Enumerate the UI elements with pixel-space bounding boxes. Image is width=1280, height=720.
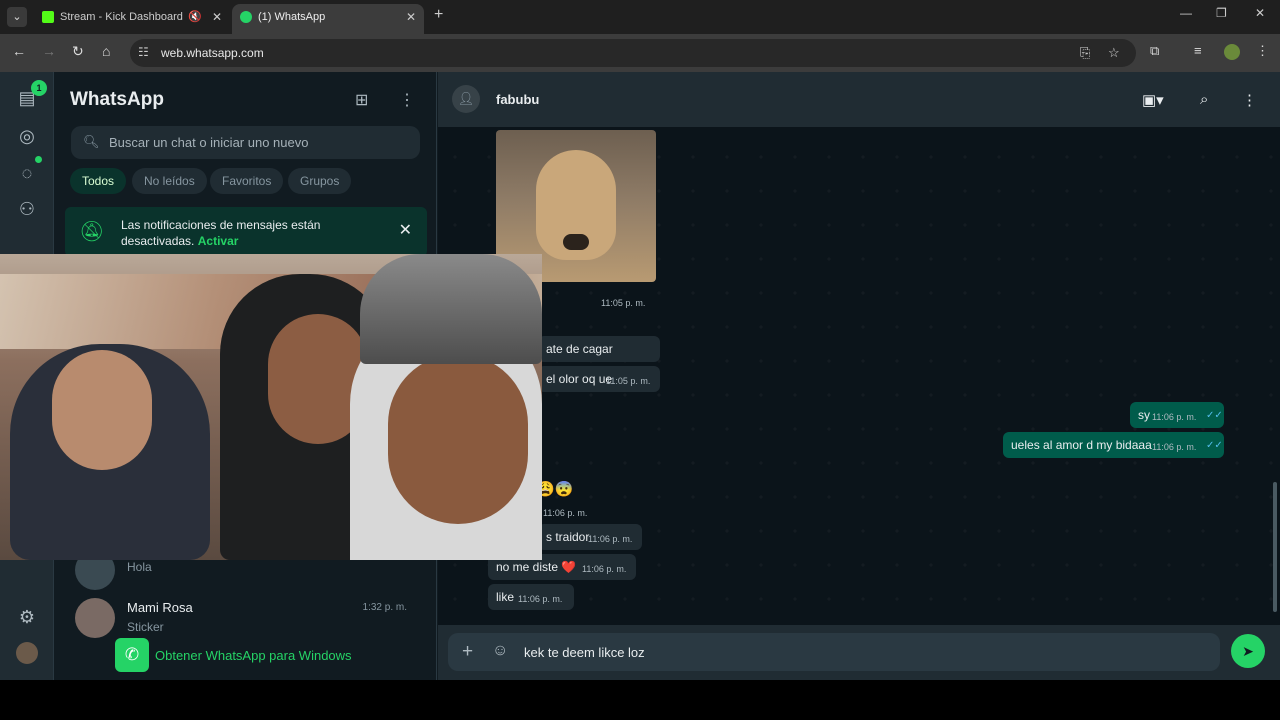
bell-off-icon: 🔕︎ <box>79 221 105 243</box>
cap <box>360 254 542 364</box>
chat-time: 1:32 p. m. <box>362 602 407 613</box>
filter-unread[interactable]: No leídos <box>132 168 207 194</box>
reload-icon[interactable]: ↻ <box>72 43 84 60</box>
chat-header[interactable]: 👤︎ fabubu ▣▾ ⌕ ⋮ <box>438 72 1280 127</box>
video-call-icon[interactable]: ▣▾ <box>1142 91 1164 109</box>
message-bubble[interactable]: ate de cagar <box>538 336 660 362</box>
face-left <box>52 350 152 470</box>
menu-icon[interactable]: ⋮ <box>399 90 415 110</box>
unread-badge: 1 <box>31 80 47 96</box>
notifications-off-banner: 🔕︎ Las notificaciones de mensajes están … <box>65 207 427 257</box>
chat-menu-icon[interactable]: ⋮ <box>1242 91 1257 109</box>
sticker-emoji-icon[interactable]: ☺ <box>492 642 508 660</box>
message-bubble[interactable]: s traidor 11:06 p. m. <box>538 524 642 550</box>
contact-name[interactable]: fabubu <box>496 92 539 107</box>
contact-avatar-icon[interactable]: 👤︎ <box>452 85 480 113</box>
face-right <box>388 354 528 524</box>
chat-avatar <box>75 598 115 638</box>
home-icon[interactable]: ⌂ <box>102 43 110 59</box>
whatsapp-favicon-icon <box>240 11 252 23</box>
close-window-icon[interactable]: ✕ <box>1255 6 1265 20</box>
chat-scrollbar[interactable] <box>1273 482 1277 612</box>
message-bubble[interactable]: sy 11:06 p. m. ✓✓ <box>1130 402 1224 428</box>
dismiss-notice-icon[interactable]: ✕ <box>399 220 412 240</box>
tab-strip: ⌄ Stream - Kick Dashboard 🔇 ✕ (1) WhatsA… <box>0 0 1280 34</box>
communities-icon[interactable]: ⚇ <box>16 199 38 220</box>
app-title: WhatsApp <box>70 89 164 110</box>
message-bubble[interactable]: el olor oq ue 11:05 p. m. <box>538 366 660 392</box>
muted-audio-icon[interactable]: 🔇 <box>188 4 202 30</box>
media-control-icon[interactable]: ≡ <box>1194 43 1202 58</box>
search-messages-icon[interactable]: ⌕ <box>1200 91 1208 108</box>
chat-list-item[interactable]: Mami Rosa Sticker 1:32 p. m. <box>55 590 437 652</box>
tab-search-icon[interactable]: ⌄ <box>7 7 27 27</box>
read-ticks-icon: ✓✓ <box>1206 440 1223 451</box>
maximize-icon[interactable]: ❐ <box>1216 6 1227 20</box>
message-time: 11:05 p. m. <box>601 298 646 308</box>
message-composer: + ☺ kek te deem likce loz ➤ <box>438 625 1280 680</box>
search-placeholder: Buscar un chat o iniciar uno nuevo <box>109 135 309 150</box>
site-info-icon[interactable]: ☷ <box>138 45 149 59</box>
minimize-icon[interactable]: — <box>1180 6 1192 20</box>
search-input[interactable]: 🔍︎ Buscar un chat o iniciar uno nuevo <box>71 126 420 159</box>
browser-menu-icon[interactable]: ⋮ <box>1256 43 1269 59</box>
attach-plus-icon[interactable]: + <box>462 641 473 663</box>
bottom-black-bar <box>0 680 1280 720</box>
status-icon[interactable]: ◎ <box>16 126 38 147</box>
settings-gear-icon[interactable]: ⚙ <box>16 607 38 628</box>
activate-link[interactable]: Activar <box>198 234 239 248</box>
filter-all[interactable]: Todos <box>70 168 127 194</box>
message-bubble[interactable]: like 11:06 p. m. <box>488 584 574 610</box>
chat-preview: Sticker <box>127 620 164 634</box>
search-icon: 🔍︎ <box>83 134 100 149</box>
whatsapp-logo-icon: ✆ <box>115 638 149 672</box>
bookmark-star-icon[interactable]: ☆ <box>1108 45 1120 61</box>
dog-nose <box>563 234 589 250</box>
user-avatar[interactable] <box>16 642 38 664</box>
address-bar[interactable]: ☷ web.whatsapp.com ⎘ ☆ <box>130 39 1136 67</box>
message-time: 11:06 p. m. <box>543 508 588 518</box>
close-tab-icon[interactable]: ✕ <box>406 4 416 30</box>
chat-preview: Hola <box>127 560 152 574</box>
forward-icon[interactable]: → <box>42 43 56 59</box>
filter-groups[interactable]: Grupos <box>288 168 352 194</box>
close-tab-icon[interactable]: ✕ <box>212 4 222 30</box>
chat-name: Mami Rosa <box>127 600 193 615</box>
webcam-overlay <box>0 254 542 560</box>
channels-icon[interactable]: ◌ <box>16 163 38 184</box>
new-tab-button[interactable]: + <box>434 6 443 24</box>
notice-text: Las notificaciones de mensajes están des… <box>121 218 321 248</box>
composer-text: kek te deem likce loz <box>524 645 645 660</box>
profile-avatar[interactable] <box>1224 44 1240 60</box>
new-chat-icon[interactable]: ⊞ <box>355 90 368 110</box>
tab-title: Stream - Kick Dashboard <box>60 11 183 23</box>
back-icon[interactable]: ← <box>12 43 26 59</box>
message-bubble[interactable]: ueles al amor d my bidaaa 11:06 p. m. ✓✓ <box>1003 432 1224 458</box>
tab-whatsapp[interactable]: (1) WhatsApp ✕ <box>232 4 424 34</box>
channels-dot <box>35 156 42 163</box>
kick-favicon-icon <box>42 11 54 23</box>
extensions-icon[interactable]: ⧉ <box>1150 43 1159 59</box>
conversation-panel: 👤︎ fabubu ▣▾ ⌕ ⋮ 11:05 p. m. ate de caga… <box>438 72 1280 680</box>
install-app-icon[interactable]: ⎘ <box>1080 45 1090 61</box>
tab-title: (1) WhatsApp <box>258 11 326 23</box>
read-ticks-icon: ✓✓ <box>1206 410 1223 421</box>
get-windows-label: Obtener WhatsApp para Windows <box>155 648 352 663</box>
message-input[interactable]: + ☺ kek te deem likce loz <box>448 633 1220 671</box>
send-icon[interactable]: ➤ <box>1231 634 1265 668</box>
filter-favorites[interactable]: Favoritos <box>210 168 284 194</box>
navigation-bar: ← → ↻ ⌂ ☷ web.whatsapp.com ⎘ ☆ ⧉ ≡ ⋮ <box>0 34 1280 72</box>
url-text: web.whatsapp.com <box>161 46 264 60</box>
tab-kick-dashboard[interactable]: Stream - Kick Dashboard 🔇 ✕ <box>34 4 230 34</box>
